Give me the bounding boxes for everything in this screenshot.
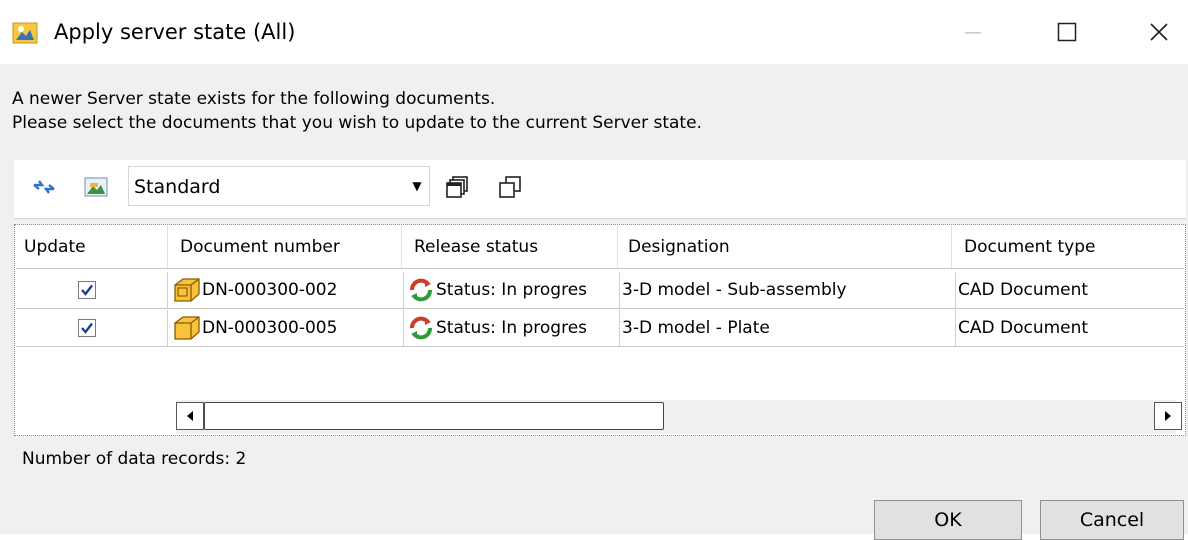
row-divider: [16, 308, 1184, 309]
column-header-release-status[interactable]: Release status: [406, 226, 618, 268]
record-count: Number of data records: 2: [22, 449, 247, 469]
checkmark-icon: [81, 322, 93, 334]
release-status: Status: In progres: [436, 318, 588, 338]
cancel-button[interactable]: Cancel: [1040, 500, 1184, 540]
release-status: Status: In progres: [436, 280, 588, 300]
copy-windows-icon[interactable]: [443, 174, 471, 200]
column-header-document-number[interactable]: Document number: [172, 226, 402, 268]
document-number-cell: DN-000300-002: [170, 272, 404, 308]
close-icon: [1150, 23, 1168, 41]
arrow-left-icon: [187, 411, 193, 421]
column-header-update[interactable]: Update: [16, 226, 168, 268]
designation-cell: 3-D model - Plate: [620, 310, 956, 346]
scroll-right-button[interactable]: [1154, 402, 1182, 430]
update-cell: [16, 272, 168, 308]
designation-cell: 3-D model - Sub-assembly: [620, 272, 956, 308]
window-stack-icon[interactable]: [496, 174, 524, 200]
close-button[interactable]: [1136, 14, 1182, 50]
part-cube-icon: [172, 314, 202, 346]
release-status-cell: Status: In progres: [406, 272, 620, 308]
scrollbar-thumb[interactable]: [204, 402, 664, 430]
maximize-button[interactable]: [1044, 14, 1090, 50]
minimize-icon: —: [964, 21, 982, 43]
app-icon: [12, 22, 38, 44]
window-title: Apply server state (All): [54, 20, 296, 44]
message-line-1: A newer Server state exists for the foll…: [12, 89, 496, 109]
document-type-cell: CAD Document: [958, 280, 1089, 300]
minimize-button[interactable]: —: [950, 14, 996, 50]
sync-status-icon: [408, 315, 434, 346]
update-checkbox[interactable]: [78, 281, 96, 299]
update-cell: [16, 310, 168, 346]
arrow-right-icon: [1165, 411, 1171, 421]
table-row[interactable]: DN-000300-005 Status: In progres 3-D mod…: [16, 310, 1184, 346]
column-header-document-type[interactable]: Document type: [956, 226, 1182, 268]
image-picture-icon[interactable]: [82, 174, 110, 200]
chevron-down-icon[interactable]: ▼: [408, 174, 426, 198]
scroll-left-button[interactable]: [176, 402, 204, 430]
column-header-designation[interactable]: Designation: [620, 226, 952, 268]
checkmark-icon: [81, 284, 93, 296]
document-number: DN-000300-005: [202, 318, 338, 338]
refresh-arrows-icon[interactable]: [30, 174, 58, 200]
row-divider: [16, 346, 1184, 347]
table-row[interactable]: DN-000300-002 Status: In progres 3-D mod…: [16, 272, 1184, 308]
document-type-cell: CAD Document: [958, 318, 1089, 338]
sync-status-icon: [408, 277, 434, 308]
update-checkbox[interactable]: [78, 319, 96, 337]
header-divider: [16, 268, 1184, 269]
view-select-value: Standard: [134, 176, 221, 198]
maximize-icon: [1057, 22, 1077, 42]
release-status-cell: Status: In progres: [406, 310, 620, 346]
message-line-2: Please select the documents that you wis…: [12, 113, 702, 133]
document-number: DN-000300-002: [202, 280, 338, 300]
document-number-cell: DN-000300-005: [170, 310, 404, 346]
ok-button[interactable]: OK: [874, 500, 1022, 540]
assembly-cube-icon: [172, 276, 202, 308]
